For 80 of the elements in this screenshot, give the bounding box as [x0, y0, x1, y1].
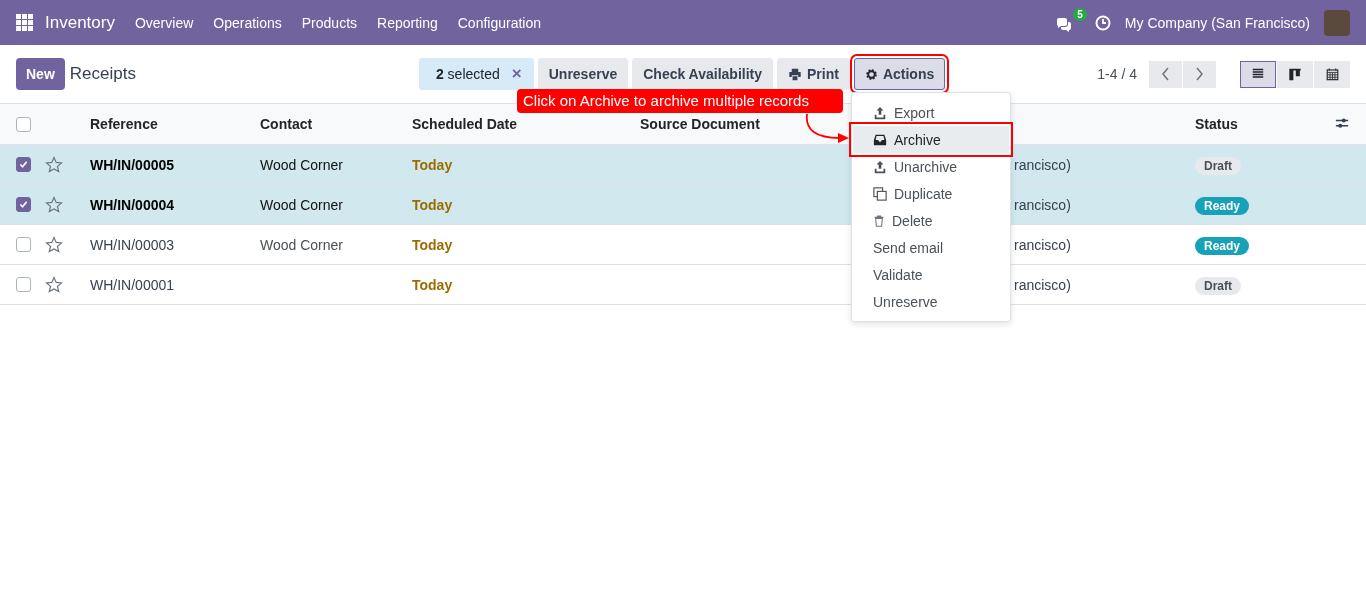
star-icon — [45, 156, 63, 173]
row-checkbox[interactable] — [16, 197, 31, 212]
list-icon — [1251, 68, 1265, 80]
checkmark-icon — [19, 200, 28, 209]
contact-cell: Wood Corner — [260, 196, 343, 213]
row-checkbox[interactable] — [16, 157, 31, 172]
star-icon — [45, 236, 63, 253]
nav-menu-item[interactable]: Operations — [213, 14, 282, 31]
status-badge: Draft — [1195, 276, 1241, 295]
clock-icon — [1094, 14, 1111, 31]
printer-icon — [788, 67, 802, 81]
column-header[interactable]: Contact — [260, 116, 313, 132]
star-icon — [45, 196, 63, 213]
curved-arrow — [804, 114, 850, 144]
date-cell: Today — [412, 276, 453, 293]
status-badge: Ready — [1195, 236, 1250, 255]
row-checkbox[interactable] — [16, 237, 31, 252]
apps-grid-icon — [16, 14, 33, 31]
company-switcher[interactable]: My Company (San Francisco) — [1124, 14, 1310, 31]
date-cell: Today — [412, 196, 453, 213]
callout-tooltip: Click on Archive to archive multiple records — [517, 89, 843, 113]
calendar-icon — [1325, 67, 1339, 81]
kanban-icon — [1288, 67, 1302, 81]
view-switch-button[interactable] — [1240, 60, 1276, 88]
reference-cell: WH/IN/00003 — [90, 236, 175, 253]
toolbar-button[interactable]: Print — [777, 58, 850, 90]
toolbar-button[interactable]: Check Availability — [632, 58, 773, 90]
select-all-checkbox[interactable] — [16, 116, 31, 132]
reference-cell: WH/IN/00001 — [90, 276, 175, 293]
message-count-badge: 5 — [1073, 7, 1087, 21]
date-cell: Today — [412, 236, 453, 253]
chevron-right-icon — [1195, 67, 1204, 81]
avatar[interactable] — [1324, 9, 1350, 36]
pager-text: 1-4 / 4 — [1097, 66, 1137, 82]
dropdown-item[interactable]: Validate — [852, 261, 1010, 288]
checkmark-icon — [19, 160, 28, 169]
upload-icon — [873, 159, 887, 174]
trash-icon — [873, 213, 885, 228]
column-header[interactable]: Reference — [90, 116, 158, 132]
inbox-icon — [873, 132, 887, 147]
table-cell-text: rancisco) — [1013, 196, 1071, 213]
dropdown-item[interactable]: Unreserve — [852, 288, 1010, 315]
table-cell-text: rancisco) — [1013, 276, 1071, 293]
nav-menu-item[interactable]: Configuration — [457, 14, 541, 31]
table-cell-text: rancisco) — [1013, 156, 1071, 173]
dropdown-item[interactable]: Export — [852, 99, 1010, 126]
nav-menu-item[interactable]: Overview — [134, 14, 194, 31]
copy-icon — [873, 186, 887, 201]
column-header[interactable]: Scheduled Date — [412, 116, 518, 132]
column-header[interactable]: Source Document — [640, 116, 760, 132]
dropdown-item[interactable]: Duplicate — [852, 180, 1010, 207]
selection-count: 2 selected — [435, 66, 500, 82]
row-checkbox[interactable] — [16, 277, 31, 292]
contact-cell: Wood Corner — [260, 156, 343, 173]
column-settings-icon — [1334, 117, 1350, 131]
table-cell-text: rancisco) — [1013, 236, 1071, 253]
contact-cell: Wood Corner — [260, 236, 343, 253]
upload-icon — [873, 105, 887, 120]
clear-selection-button[interactable]: × — [511, 64, 522, 84]
reference-cell: WH/IN/00005 — [90, 156, 175, 173]
app-name[interactable]: Inventory — [45, 12, 115, 33]
previous-page-button[interactable] — [1149, 60, 1182, 88]
chevron-left-icon — [1161, 67, 1170, 81]
dropdown-item[interactable]: Unarchive — [852, 153, 1010, 180]
star-icon — [45, 276, 63, 293]
nav-menu-item[interactable]: Reporting — [377, 14, 438, 31]
dropdown-item[interactable]: Send email — [852, 234, 1010, 261]
column-header[interactable]: Status — [1195, 116, 1238, 132]
chat-icon — [1054, 17, 1073, 34]
new-button[interactable]: New — [16, 58, 65, 90]
nav-menu-item[interactable]: Products — [301, 14, 358, 31]
next-page-button[interactable] — [1183, 60, 1216, 88]
status-badge: Draft — [1195, 156, 1241, 175]
toolbar-button[interactable]: Unreserve — [537, 58, 629, 90]
dropdown-item[interactable]: Delete — [852, 207, 1010, 234]
reference-cell: WH/IN/00004 — [90, 196, 175, 213]
gear-icon — [864, 67, 878, 81]
date-cell: Today — [412, 156, 453, 173]
page-title: Receipts — [69, 64, 136, 84]
status-badge: Ready — [1195, 196, 1250, 215]
